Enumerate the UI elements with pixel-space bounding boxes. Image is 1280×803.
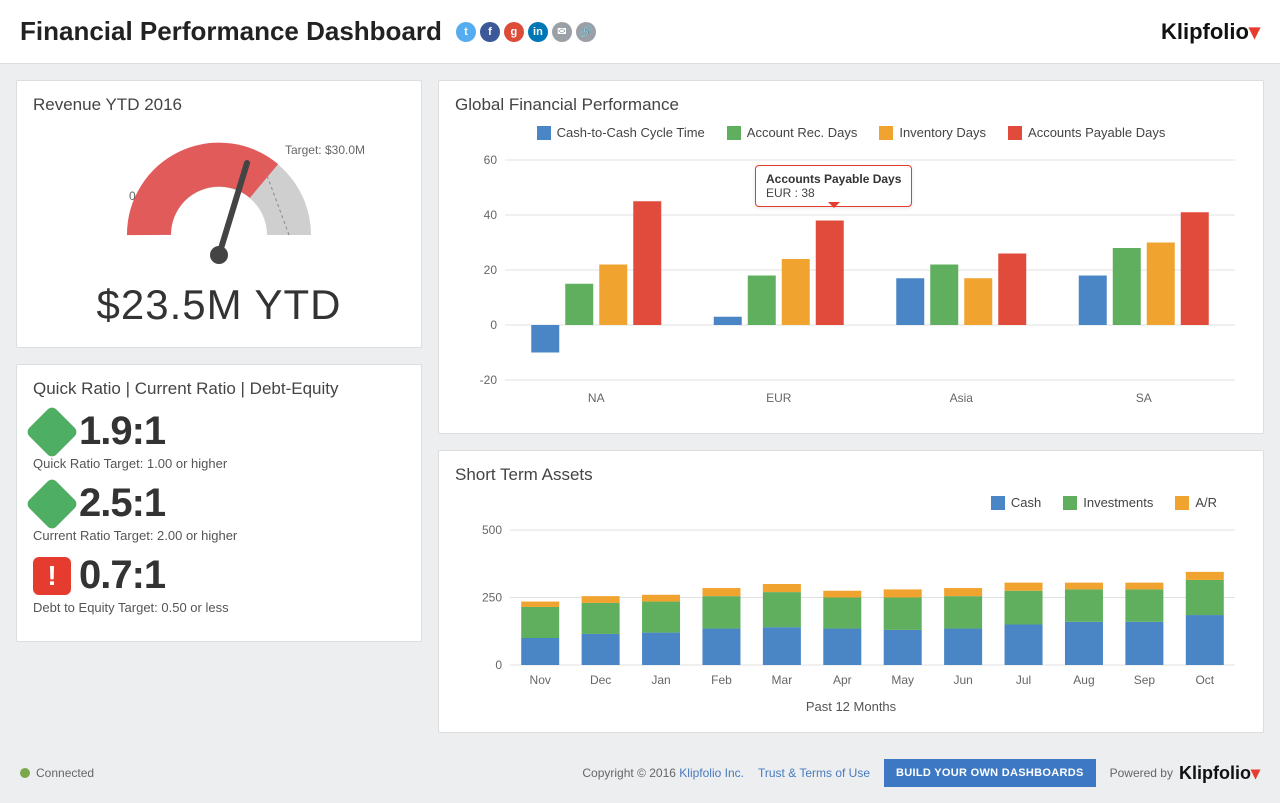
svg-text:-20: -20 <box>480 373 498 387</box>
legend-item[interactable]: Cash-to-Cash Cycle Time <box>537 125 705 140</box>
global-chart-title: Global Financial Performance <box>455 95 1247 115</box>
legend-label: Inventory Days <box>899 125 986 140</box>
revenue-value: $23.5M YTD <box>33 281 405 329</box>
ratio-value: 0.7:1 <box>79 553 165 598</box>
svg-text:May: May <box>891 673 914 687</box>
legend-item[interactable]: Accounts Payable Days <box>1008 125 1165 140</box>
linkedin-icon[interactable]: in <box>528 22 548 42</box>
svg-text:Jun: Jun <box>953 673 972 687</box>
legend-swatch-icon <box>1175 496 1189 510</box>
short-term-assets-card: Short Term Assets Cash Investments A/R 0 25… <box>438 450 1264 733</box>
legend-label: A/R <box>1195 495 1217 510</box>
ratio-subtext: Debt to Equity Target: 0.50 or less <box>33 600 405 615</box>
svg-text:Feb: Feb <box>711 673 732 687</box>
revenue-title: Revenue YTD 2016 <box>33 95 405 115</box>
assets-x-axis-title: Past 12 Months <box>455 699 1247 714</box>
legend-label: Investments <box>1083 495 1153 510</box>
svg-text:EUR: EUR <box>766 391 792 405</box>
svg-text:Oct: Oct <box>1195 673 1214 687</box>
ratio-item: 1.9:1 <box>33 409 405 454</box>
ratio-subtext: Quick Ratio Target: 1.00 or higher <box>33 456 405 471</box>
svg-text:Nov: Nov <box>530 673 551 687</box>
ratios-title: Quick Ratio | Current Ratio | Debt-Equit… <box>33 379 405 399</box>
legend-swatch-icon <box>1063 496 1077 510</box>
ratio-value: 2.5:1 <box>79 481 165 526</box>
svg-text:0: 0 <box>495 658 502 672</box>
svg-text:20: 20 <box>484 263 498 277</box>
alert-icon: ! <box>33 557 71 595</box>
svg-text:0: 0 <box>490 318 497 332</box>
legend-swatch-icon <box>727 126 741 140</box>
email-icon[interactable]: ✉ <box>552 22 572 42</box>
svg-text:SA: SA <box>1136 391 1152 405</box>
page-title: Financial Performance Dashboard <box>20 16 442 47</box>
gauge-zero-label: 0 <box>129 189 136 203</box>
copyright-text: Copyright © 2016 Klipfolio Inc. <box>582 766 744 780</box>
legend-label: Cash <box>1011 495 1041 510</box>
svg-text:Dec: Dec <box>590 673 611 687</box>
svg-text:Jan: Jan <box>651 673 670 687</box>
svg-text:250: 250 <box>482 591 502 605</box>
ratios-card: Quick Ratio | Current Ratio | Debt-Equit… <box>16 364 422 642</box>
connected-dot-icon <box>20 768 30 778</box>
ratio-item: !0.7:1 <box>33 553 405 598</box>
google-plus-icon[interactable]: g <box>504 22 524 42</box>
diamond-ok-icon <box>25 405 79 459</box>
header: Financial Performance Dashboard t f g in… <box>0 0 1280 64</box>
assets-chart-legend: Cash Investments A/R <box>455 495 1247 510</box>
svg-text:Asia: Asia <box>950 391 974 405</box>
svg-text:Jul: Jul <box>1016 673 1031 687</box>
legend-label: Accounts Payable Days <box>1028 125 1165 140</box>
legend-label: Account Rec. Days <box>747 125 858 140</box>
ratio-item: 2.5:1 <box>33 481 405 526</box>
legend-label: Cash-to-Cash Cycle Time <box>557 125 705 140</box>
legend-swatch-icon <box>1008 126 1022 140</box>
svg-text:Aug: Aug <box>1073 673 1094 687</box>
logo-klipfolio: Klipfolio▾ <box>1161 19 1260 45</box>
svg-text:Apr: Apr <box>833 673 852 687</box>
diamond-ok-icon <box>25 477 79 531</box>
revenue-gauge: Target: $30.0M 0 <box>33 125 405 275</box>
share-icons: t f g in ✉ 🔗 <box>456 22 596 42</box>
ratio-value: 1.9:1 <box>79 409 165 454</box>
terms-link[interactable]: Trust & Terms of Use <box>758 766 870 780</box>
powered-by: Powered by Klipfolio▾ <box>1110 763 1260 784</box>
legend-item[interactable]: Inventory Days <box>879 125 986 140</box>
assets-chart-title: Short Term Assets <box>455 465 1247 485</box>
gauge-target-label: Target: $30.0M <box>285 143 365 157</box>
legend-item[interactable]: Account Rec. Days <box>727 125 858 140</box>
legend-item[interactable]: Investments <box>1063 495 1153 510</box>
company-link[interactable]: Klipfolio Inc. <box>679 766 744 780</box>
svg-text:NA: NA <box>588 391 605 405</box>
global-performance-card: Global Financial Performance Cash-to-Cas… <box>438 80 1264 434</box>
legend-item[interactable]: A/R <box>1175 495 1217 510</box>
connected-label: Connected <box>36 766 94 780</box>
legend-swatch-icon <box>879 126 893 140</box>
build-dashboards-button[interactable]: BUILD YOUR OWN DASHBOARDS <box>884 759 1096 787</box>
ratio-subtext: Current Ratio Target: 2.00 or higher <box>33 528 405 543</box>
svg-text:60: 60 <box>484 153 498 167</box>
link-icon[interactable]: 🔗 <box>576 22 596 42</box>
svg-text:500: 500 <box>482 523 502 537</box>
assets-chart-svg: 0 250 500 Nov Dec Jan Feb Mar Apr May Jun Jul Aug Sep… <box>455 520 1245 690</box>
svg-text:Mar: Mar <box>772 673 793 687</box>
legend-swatch-icon <box>537 126 551 140</box>
facebook-icon[interactable]: f <box>480 22 500 42</box>
footer: Connected Copyright © 2016 Klipfolio Inc… <box>0 749 1280 797</box>
revenue-ytd-card: Revenue YTD 2016 Target: $30.0M 0 $23.5M… <box>16 80 422 348</box>
legend-swatch-icon <box>991 496 1005 510</box>
twitter-icon[interactable]: t <box>456 22 476 42</box>
global-chart-legend: Cash-to-Cash Cycle Time Account Rec. Days… <box>455 125 1247 140</box>
global-chart-tooltip: Accounts Payable Days EUR : 38 <box>755 165 912 207</box>
legend-item[interactable]: Cash <box>991 495 1041 510</box>
svg-text:Sep: Sep <box>1134 673 1156 687</box>
svg-text:40: 40 <box>484 208 498 222</box>
